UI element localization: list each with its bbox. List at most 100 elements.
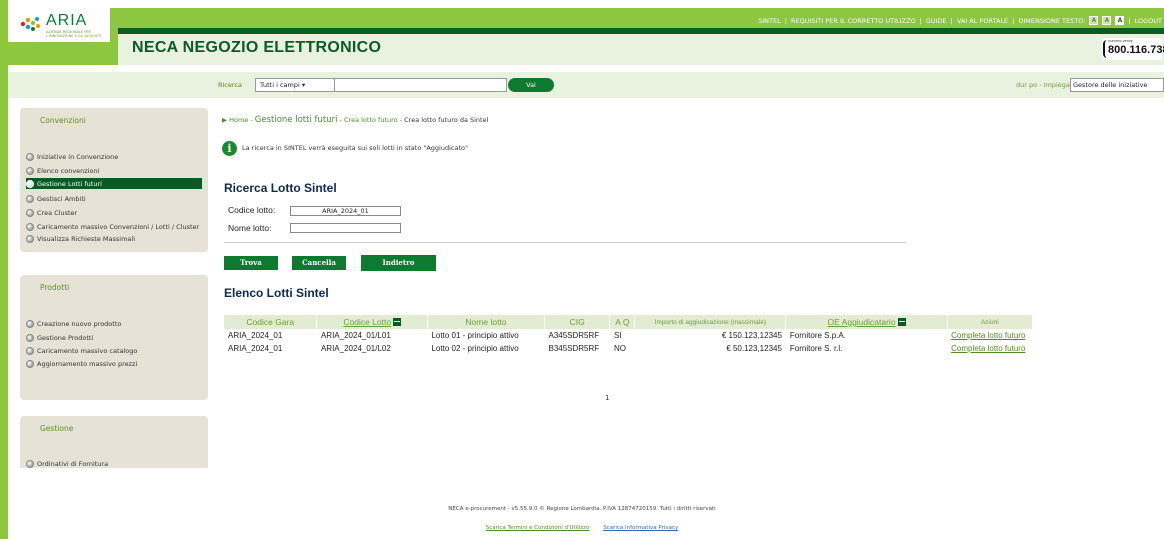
bullet-icon [26,194,34,203]
sidebar-item-label: Ordinativi di Fornitura [37,459,109,468]
separator: | [950,16,953,25]
sidebar-item-elenco-convenzioni[interactable]: Elenco convenzioni [26,165,99,176]
sidebar-panel-convenzioni: Convenzioni Iniziative in Convenzione El… [20,108,208,252]
cell-azioni: Completa lotto futuro [947,329,1032,342]
completa-lotto-link[interactable]: Completa lotto futuro [951,331,1025,340]
sidebar-item-label: Iniziative in Convenzione [37,152,119,161]
trova-button[interactable]: Trova [224,256,278,270]
top-link-guide[interactable]: GUIDE [926,17,947,25]
column-header-importo[interactable]: Importo di aggiudicazione (massimale) [634,315,787,329]
header-topbar: SINTEL | REQUISITI PER IL CORRETTO UTILI… [118,8,1164,28]
breadcrumb-gestione-lotti[interactable]: Gestione lotti futuri [255,115,338,125]
top-link-sintel[interactable]: SINTEL [758,17,781,25]
bullet-icon [26,333,34,342]
column-header-cig[interactable]: CIG [544,315,611,329]
bullet-icon [26,319,34,328]
pagination-page[interactable]: 1 [605,394,609,402]
indietro-button[interactable]: Indietro [361,255,436,271]
bullet-icon [26,222,34,231]
text-size-large-button[interactable]: A [1115,16,1125,25]
header: SINTEL | REQUISITI PER IL CORRETTO UTILI… [8,8,1164,65]
sidebar-item-crea-cluster[interactable]: Crea Cluster [26,207,77,218]
column-header-label: A Q [615,317,630,327]
sidebar-item-label: Gestione Prodotti [37,333,94,342]
sort-icon[interactable] [897,318,906,326]
cell-cig: A345SDR5RF [548,331,600,340]
panel-title-convenzioni: Convenzioni [40,116,86,125]
bullet-icon [26,234,34,243]
separator: | [1012,16,1015,25]
cell-nome-lotto: Lotto 02 - principio attivo [431,344,519,353]
results-table: Codice Gara Codice Lotto Nome lotto CIG … [224,315,1034,355]
breadcrumb-home[interactable]: Home [229,116,248,124]
sidebar-item-label: Caricamento massivo catalogo [37,346,138,355]
sidebar-item-label: Gestione Lotti futuri [37,179,102,188]
cell-codice-gara: ARIA_2024_01 [228,331,283,340]
sidebar-item-caricamento-catalogo[interactable]: Caricamento massivo catalogo [26,345,137,356]
column-header-codice-lotto[interactable]: Codice Lotto [316,315,428,329]
text-size-label: DIMENSIONE TESTO: [1018,16,1086,25]
sidebar-item-iniziative[interactable]: Iniziative in Convenzione [26,151,118,162]
search-field-select[interactable]: Tutti i campi ▾ [255,78,335,92]
cell-aq: NO [613,344,626,353]
sidebar-panel-gestione: Gestione Ordinativi di Fornitura [20,416,208,468]
codice-lotto-label: Codice lotto: [228,205,276,215]
codice-lotto-input[interactable]: ARIA_2024_01 [290,206,401,216]
bullet-icon [26,359,34,368]
sidebar-item-label: Creazione nuovo prodotto [37,319,122,328]
separator: | [919,16,922,25]
info-text: La ricerca in SINTEL verrà eseguita sui … [242,144,468,152]
cancella-button[interactable]: Cancella [292,256,346,270]
separator: | [784,16,787,25]
aria-logo[interactable]: ARIA AZIENDA REGIONALE PER L'INNOVAZIONE… [8,8,110,42]
cell-oe: Fornitore S. r.l. [789,344,843,353]
cell-codice-gara: ARIA_2024_01 [228,344,283,353]
search-input[interactable] [335,78,507,92]
nome-lotto-label: Nome lotto: [228,223,272,233]
cell-aq: SI [613,331,622,340]
info-icon: i [222,140,237,156]
breadcrumb-crea-lotto[interactable]: Crea lotto futuro [344,116,398,124]
sidebar-item-gestisci-ambiti[interactable]: Gestisci Ambiti [26,193,86,204]
logout-link[interactable]: LOGOUT [1135,17,1162,25]
sidebar-item-gestione-lotti-futuri[interactable]: Gestione Lotti futuri [26,178,202,189]
column-header-nome-lotto[interactable]: Nome lotto [427,315,545,329]
sidebar-item-creazione-prodotto[interactable]: Creazione nuovo prodotto [26,318,121,329]
search-select-value: Tutti i campi [260,81,300,89]
text-size-medium-button[interactable]: A [1102,16,1112,25]
column-header-aq[interactable]: A Q [609,315,636,329]
top-link-requisiti[interactable]: REQUISITI PER IL CORRETTO UTILIZZO [791,17,916,25]
sidebar-item-richieste-massimali[interactable]: Visualizza Richieste Massimali [26,233,135,244]
text-size-small-button[interactable]: A [1089,16,1099,25]
completa-lotto-link[interactable]: Completa lotto futuro [951,344,1025,353]
page: SINTEL | REQUISITI PER IL CORRETTO UTILI… [0,0,1164,539]
cell-codice-lotto: ARIA_2024_01/L01 [320,331,391,340]
table-row: ARIA_2024_01 ARIA_2024_01/L02 Lotto 02 -… [224,342,1033,355]
search-form-title: Ricerca Lotto Sintel [224,181,337,195]
panel-title-gestione: Gestione [40,424,74,433]
role-select[interactable]: Gestore delle iniziative [1070,78,1164,92]
search-bar: Ricerca Tutti i campi ▾ Vai dur po - Imp… [8,72,1164,98]
sidebar-item-gestione-prodotti[interactable]: Gestione Prodotti [26,332,93,343]
sidebar-item-aggiornamento-prezzi[interactable]: Aggiornamento massivo prezzi [26,358,137,369]
cell-importo: € 50.123,12345 [726,344,782,353]
sidebar-item-ordinativi[interactable]: Ordinativi di Fornitura [26,458,108,469]
column-header-codice-gara[interactable]: Codice Gara [224,315,318,329]
bullet-icon [26,459,34,468]
column-header-oe[interactable]: OE Aggiudicatario [785,315,948,329]
header-main-bar: NECA NEGOZIO ELETTRONICO numero verde 80… [118,34,1164,65]
cell-importo: € 150.123,12345 [721,331,782,340]
top-link-portale[interactable]: VAI AL PORTALE [957,17,1008,25]
bullet-icon [26,152,34,161]
left-accent-bar [0,0,8,539]
sidebar-item-label: Elenco convenzioni [37,166,100,175]
footer-link-termini[interactable]: Scarica Termini e Condizioni d'Utilizzo [486,525,590,531]
sort-icon[interactable] [393,318,402,326]
cell-nome-lotto: Lotto 01 - principio attivo [431,331,519,340]
search-label: Ricerca [218,81,242,89]
sidebar-item-caricamento-massivo[interactable]: Caricamento massivo Convenzioni / Lotti … [26,221,199,232]
footer-link-privacy[interactable]: Scarica Informativa Privacy [603,525,678,531]
search-go-button[interactable]: Vai [508,78,554,92]
sidebar-item-label: Gestisci Ambiti [37,194,86,203]
nome-lotto-input[interactable] [290,223,401,233]
